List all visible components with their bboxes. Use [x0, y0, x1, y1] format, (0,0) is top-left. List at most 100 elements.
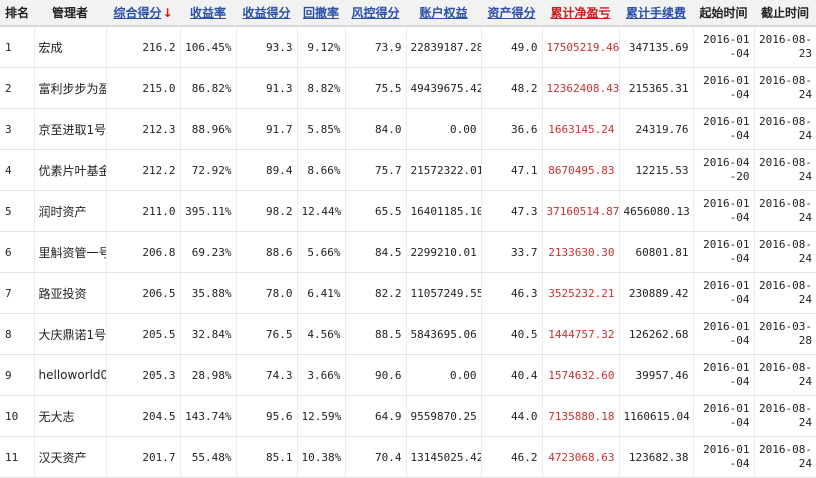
header-composite-label: 综合得分: [113, 6, 162, 20]
drawdown-cell: 6.41%: [296, 272, 345, 314]
cum-fee-cell: 215365.31: [618, 67, 693, 109]
return-score-cell: 89.4: [235, 149, 297, 191]
manager-name-link[interactable]: 汉天资产: [33, 436, 106, 478]
account-equity-cell: 0.00: [405, 108, 481, 150]
return-rate-cell: 395.11%: [179, 190, 236, 232]
table-row[interactable]: 9 helloworld0 205.3 28.98% 74.3 3.66% 90.6 0.00…: [0, 354, 816, 396]
manager-name-link[interactable]: 大庆鼎诺1号: [33, 313, 106, 355]
rank-cell: 2: [0, 67, 34, 109]
composite-score-cell: 206.5: [105, 272, 180, 314]
account-equity-cell: 5843695.06: [405, 313, 481, 355]
manager-name-link[interactable]: 里斛资管一号: [33, 231, 106, 273]
header-cum-pnl[interactable]: 累计净盈亏: [542, 0, 619, 27]
end-date-cell: 2016-08-24: [753, 67, 816, 109]
sort-down-arrow-icon: ↓: [162, 6, 173, 20]
cum-fee-cell: 123682.38: [618, 436, 693, 478]
account-equity-cell: 0.00: [405, 354, 481, 396]
manager-name-link[interactable]: 京至进取1号: [33, 108, 106, 150]
end-date-cell: 2016-08-24: [753, 436, 816, 478]
return-score-cell: 91.7: [235, 108, 297, 150]
composite-score-cell: 212.2: [105, 149, 180, 191]
risk-score-cell: 82.2: [344, 272, 406, 314]
table-row[interactable]: 8 大庆鼎诺1号 205.5 32.84% 76.5 4.56% 88.5 5843695.0…: [0, 313, 816, 355]
drawdown-cell: 12.59%: [296, 395, 345, 437]
header-composite-score[interactable]: 综合得分↓: [106, 0, 180, 27]
table-row[interactable]: 3 京至进取1号 212.3 88.96% 91.7 5.85% 84.0 0.00 36.6 1…: [0, 108, 816, 150]
header-return-score[interactable]: 收益得分: [236, 0, 297, 27]
asset-score-cell: 33.7: [480, 231, 542, 273]
asset-score-cell: 49.0: [480, 26, 542, 68]
manager-name-link[interactable]: 富利步步为盈: [33, 67, 106, 109]
table-row[interactable]: 7 路亚投资 206.5 35.88% 78.0 6.41% 82.2 11057249.55…: [0, 272, 816, 314]
end-date-cell: 2016-08-24: [753, 395, 816, 437]
end-date-cell: 2016-08-24: [753, 272, 816, 314]
asset-score-cell: 40.5: [480, 313, 542, 355]
end-date-cell: 2016-08-24: [753, 231, 816, 273]
rank-cell: 11: [0, 436, 34, 478]
return-score-cell: 74.3: [235, 354, 297, 396]
table-row[interactable]: 1 宏成 216.2 106.45% 93.3 9.12% 73.9 22839187.28 4…: [0, 26, 816, 68]
return-score-cell: 95.6: [235, 395, 297, 437]
asset-score-cell: 40.4: [480, 354, 542, 396]
table-row[interactable]: 5 润时资产 211.0 395.11% 98.2 12.44% 65.5 16401185.…: [0, 190, 816, 232]
manager-name-link[interactable]: 优素片叶基金: [33, 149, 106, 191]
header-drawdown[interactable]: 回撤率: [297, 0, 345, 27]
account-equity-cell: 11057249.55: [405, 272, 481, 314]
start-date-cell: 2016-01-04: [692, 395, 754, 437]
table-row[interactable]: 4 优素片叶基金 212.2 72.92% 89.4 8.66% 75.7 21572322.…: [0, 149, 816, 191]
cum-fee-cell: 1160615.04: [618, 395, 693, 437]
table-row[interactable]: 2 富利步步为盈 215.0 86.82% 91.3 8.82% 75.5 49439675.…: [0, 67, 816, 109]
rank-cell: 5: [0, 190, 34, 232]
cum-fee-cell: 347135.69: [618, 26, 693, 68]
return-score-cell: 76.5: [235, 313, 297, 355]
start-date-cell: 2016-01-04: [692, 272, 754, 314]
drawdown-cell: 4.56%: [296, 313, 345, 355]
rank-cell: 9: [0, 354, 34, 396]
header-account-equity[interactable]: 账户权益: [406, 0, 481, 27]
rank-cell: 3: [0, 108, 34, 150]
composite-score-cell: 205.5: [105, 313, 180, 355]
manager-name-link[interactable]: 路亚投资: [33, 272, 106, 314]
end-date-cell: 2016-08-24: [753, 190, 816, 232]
account-equity-cell: 21572322.01: [405, 149, 481, 191]
drawdown-cell: 8.82%: [296, 67, 345, 109]
drawdown-cell: 5.85%: [296, 108, 345, 150]
return-rate-cell: 86.82%: [179, 67, 236, 109]
manager-name-link[interactable]: 无大志: [33, 395, 106, 437]
return-rate-cell: 106.45%: [179, 26, 236, 68]
risk-score-cell: 70.4: [344, 436, 406, 478]
risk-score-cell: 84.5: [344, 231, 406, 273]
rank-cell: 6: [0, 231, 34, 273]
account-equity-cell: 22839187.28: [405, 26, 481, 68]
composite-score-cell: 216.2: [105, 26, 180, 68]
header-start-time: 起始时间: [693, 0, 754, 27]
manager-name-link[interactable]: 宏成: [33, 26, 106, 68]
start-date-cell: 2016-01-04: [692, 26, 754, 68]
risk-score-cell: 75.7: [344, 149, 406, 191]
start-date-cell: 2016-01-04: [692, 108, 754, 150]
rank-cell: 7: [0, 272, 34, 314]
table-row[interactable]: 10 无大志 204.5 143.74% 95.6 12.59% 64.9 9559870.2…: [0, 395, 816, 437]
cum-pnl-cell: 17505219.46: [541, 26, 619, 68]
table-row[interactable]: 11 汉天资产 201.7 55.48% 85.1 10.38% 70.4 13145025.…: [0, 436, 816, 478]
composite-score-cell: 215.0: [105, 67, 180, 109]
header-cum-fee[interactable]: 累计手续费: [619, 0, 693, 27]
manager-name-link[interactable]: helloworld0: [33, 354, 106, 396]
account-equity-cell: 49439675.42: [405, 67, 481, 109]
return-score-cell: 93.3: [235, 26, 297, 68]
table-header: 排名 管理者 综合得分↓ 收益率 收益得分 回撤率 风控得分 账户权益 资产得分…: [0, 0, 816, 27]
composite-score-cell: 205.3: [105, 354, 180, 396]
cum-pnl-cell: 1574632.60: [541, 354, 619, 396]
header-return-rate[interactable]: 收益率: [180, 0, 236, 27]
risk-score-cell: 64.9: [344, 395, 406, 437]
manager-name-link[interactable]: 润时资产: [33, 190, 106, 232]
account-equity-cell: 13145025.42: [405, 436, 481, 478]
cum-fee-cell: 24319.76: [618, 108, 693, 150]
cum-fee-cell: 126262.68: [618, 313, 693, 355]
table-row[interactable]: 6 里斛资管一号 206.8 69.23% 88.6 5.66% 84.5 2299210.0…: [0, 231, 816, 273]
header-risk-score[interactable]: 风控得分: [345, 0, 406, 27]
header-asset-score[interactable]: 资产得分: [481, 0, 542, 27]
start-date-cell: 2016-01-04: [692, 190, 754, 232]
account-equity-cell: 9559870.25: [405, 395, 481, 437]
rank-cell: 8: [0, 313, 34, 355]
